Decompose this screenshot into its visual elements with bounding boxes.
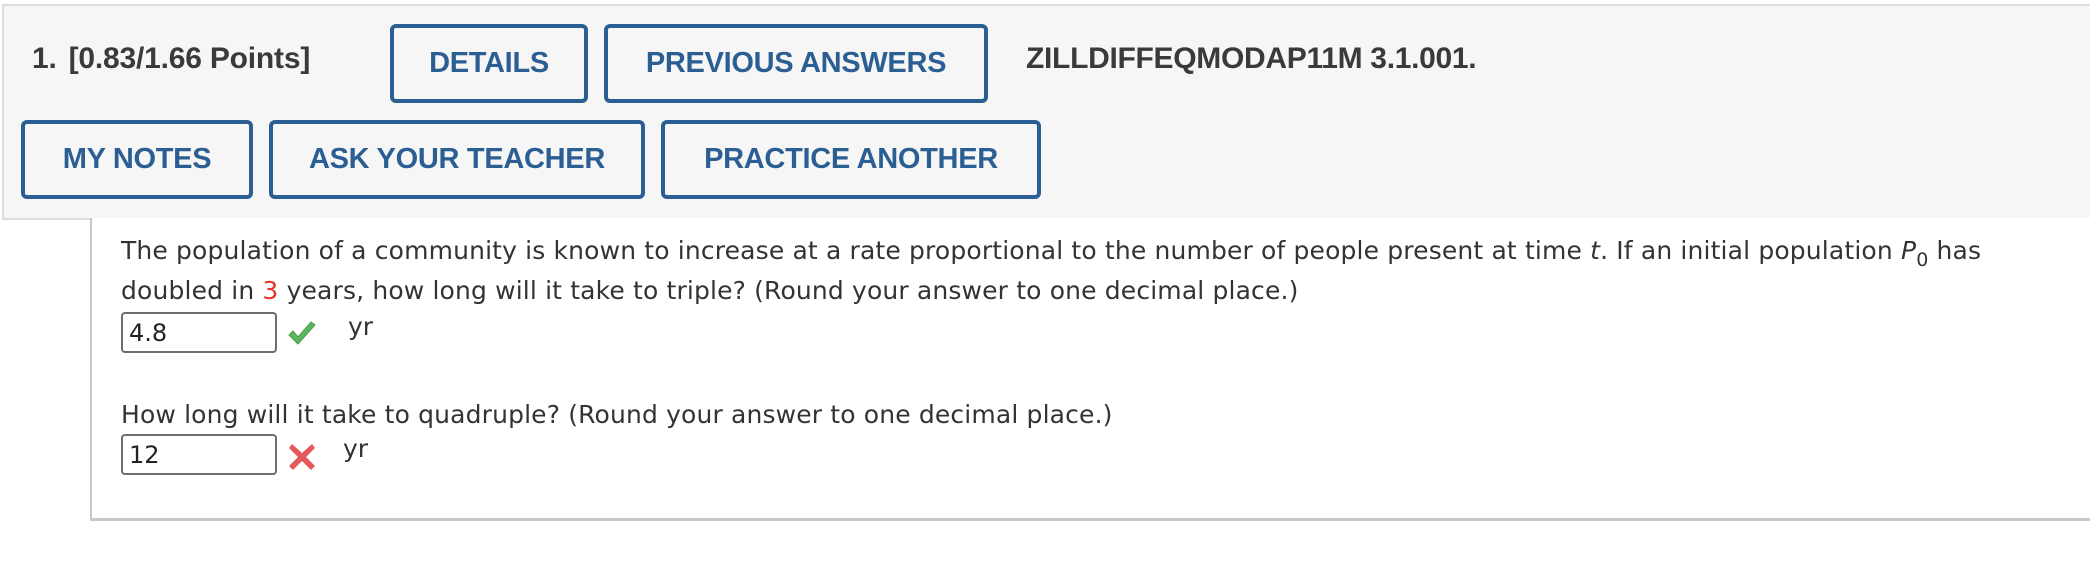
problem-text-line2: doubled in 3 years, how long will it tak… [121,271,1299,311]
subscript-zero: 0 [1916,249,1929,271]
question-number: 1. [32,42,57,75]
unit-label: yr [348,312,374,341]
incorrect-x-icon [289,444,315,470]
variable-t: t [1590,236,1601,265]
problem-text-part2: How long will it take to quadruple? (Rou… [121,400,1113,429]
correct-check-icon [288,321,316,345]
points-label: [0.83/1.66 Points] [68,42,311,75]
my-notes-button[interactable]: MY NOTES [21,120,253,199]
details-button[interactable]: DETAILS [390,24,588,103]
problem-id: ZILLDIFFEQMODAP11M 3.1.001. [1026,42,1477,75]
text-segment: The population of a community is known t… [121,236,1591,265]
answer-input-quadruple[interactable] [121,434,277,475]
problem-text-line1: The population of a community is known t… [121,231,1981,271]
previous-answers-button[interactable]: PREVIOUS ANSWERS [604,24,988,103]
text-segment: has [1928,236,1982,265]
answer-input-triple[interactable] [121,312,277,353]
text-segment: . If an initial population [1600,236,1901,265]
variable-p: P [1900,236,1917,265]
ask-your-teacher-button[interactable]: ASK YOUR TEACHER [269,120,645,199]
practice-another-button[interactable]: PRACTICE ANOTHER [661,120,1041,199]
unit-label: yr [343,434,369,463]
text-segment: years, how long will it take to triple? … [278,276,1299,305]
doubling-years-value: 3 [262,276,279,305]
question-points: 1. [0.83/1.66 Points] [32,42,310,76]
text-segment: doubled in [121,276,263,305]
